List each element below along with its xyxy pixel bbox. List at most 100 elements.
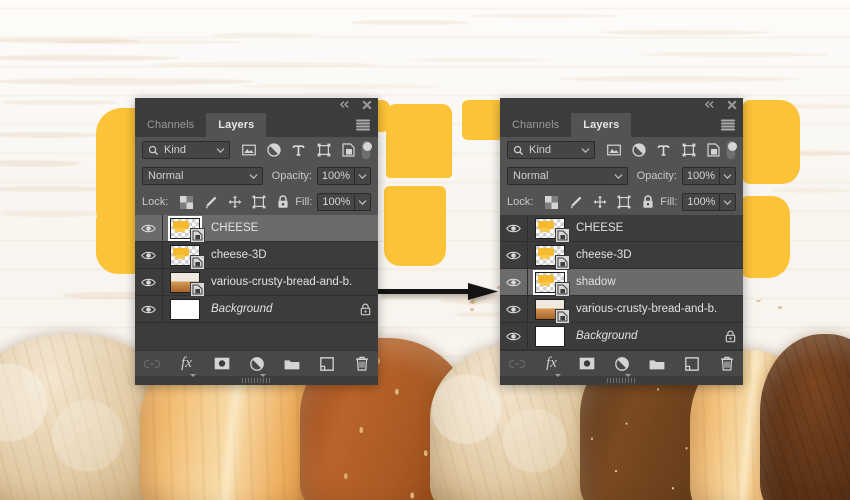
shape-layer-filter-icon[interactable] bbox=[681, 143, 696, 158]
layer-name: shadow bbox=[576, 276, 616, 288]
lock-artboard-nesting-icon[interactable] bbox=[616, 195, 631, 210]
fill-input[interactable]: 100% bbox=[682, 193, 721, 211]
opacity-chevron-down-icon[interactable] bbox=[355, 167, 371, 185]
tab-layers[interactable]: Layers bbox=[206, 113, 267, 137]
opacity-chevron-down-icon[interactable] bbox=[720, 167, 736, 185]
shape-layer-filter-icon[interactable] bbox=[316, 143, 331, 158]
pixel-layer-filter-icon[interactable] bbox=[241, 143, 256, 158]
adjustment-layer-filter-icon[interactable] bbox=[631, 143, 646, 158]
table-row[interactable]: Background bbox=[135, 296, 378, 323]
layer-thumbnail-cell bbox=[163, 271, 207, 297]
delete-layer-icon[interactable] bbox=[719, 356, 735, 372]
layer-visibility-eye-icon[interactable] bbox=[500, 242, 528, 268]
smart-object-filter-icon[interactable] bbox=[341, 143, 356, 158]
table-row[interactable]: cheese-3D bbox=[135, 242, 378, 270]
link-layers-icon[interactable] bbox=[143, 356, 160, 372]
chevron-down-icon[interactable] bbox=[580, 145, 591, 156]
table-row[interactable]: Background bbox=[500, 323, 743, 350]
tab-channels[interactable]: Channels bbox=[500, 113, 571, 137]
filter-row: Kind bbox=[135, 137, 378, 163]
new-group-icon[interactable] bbox=[649, 356, 665, 372]
lock-position-icon[interactable] bbox=[227, 195, 242, 210]
blend-mode-select[interactable]: Normal bbox=[507, 167, 628, 185]
layer-visibility-eye-icon[interactable] bbox=[135, 215, 163, 241]
lock-transparent-pixels-icon[interactable] bbox=[544, 195, 559, 210]
new-group-icon[interactable] bbox=[284, 356, 300, 372]
fill-chevron-down-icon[interactable] bbox=[720, 193, 737, 211]
lock-image-pixels-icon[interactable] bbox=[568, 195, 583, 210]
add-layer-mask-icon[interactable] bbox=[579, 356, 595, 372]
layer-thumbnail bbox=[535, 217, 570, 243]
layer-styles-fx-icon[interactable]: fx bbox=[179, 356, 196, 377]
close-icon[interactable] bbox=[726, 99, 737, 110]
lock-position-icon[interactable] bbox=[592, 195, 607, 210]
new-adjustment-layer-icon[interactable] bbox=[614, 356, 631, 377]
opacity-input[interactable]: 100% bbox=[317, 167, 355, 185]
layer-thumbnail-cell bbox=[163, 244, 207, 270]
lock-all-icon[interactable] bbox=[640, 195, 655, 210]
new-layer-icon[interactable] bbox=[684, 356, 700, 372]
layer-visibility-eye-icon[interactable] bbox=[500, 296, 528, 322]
chevron-down-icon[interactable] bbox=[248, 171, 259, 182]
panel-resize-grip[interactable] bbox=[135, 376, 378, 385]
layers-list: CHEESE cheese-3 bbox=[135, 215, 378, 350]
filter-kind-select[interactable]: Kind bbox=[142, 141, 231, 159]
layer-visibility-eye-icon[interactable] bbox=[135, 242, 163, 268]
smart-object-badge bbox=[555, 227, 570, 243]
close-icon[interactable] bbox=[361, 99, 372, 110]
table-row[interactable]: shadow bbox=[500, 269, 743, 297]
table-row[interactable]: various-crusty-bread-and-b... bbox=[135, 269, 378, 297]
link-layers-icon[interactable] bbox=[508, 356, 525, 372]
table-row[interactable]: CHEESE bbox=[135, 215, 378, 243]
layer-visibility-eye-icon[interactable] bbox=[135, 269, 163, 295]
paint-streak bbox=[150, 62, 380, 67]
type-layer-filter-icon[interactable] bbox=[656, 143, 671, 158]
filter-enable-toggle[interactable] bbox=[726, 140, 737, 160]
table-row[interactable]: CHEESE bbox=[500, 215, 743, 243]
chevron-down-icon[interactable] bbox=[613, 171, 624, 182]
layers-list: CHEESE cheese-3 bbox=[500, 215, 743, 350]
tab-layers[interactable]: Layers bbox=[571, 113, 632, 137]
double-chevron-left-icon[interactable] bbox=[704, 99, 715, 110]
table-row[interactable]: various-crusty-bread-and-b... bbox=[500, 296, 743, 324]
fill-input[interactable]: 100% bbox=[317, 193, 356, 211]
add-layer-mask-icon[interactable] bbox=[214, 356, 230, 372]
pixel-layer-filter-icon[interactable] bbox=[606, 143, 621, 158]
new-adjustment-layer-icon[interactable] bbox=[249, 356, 266, 377]
layer-thumbnail bbox=[535, 244, 570, 270]
delete-layer-icon[interactable] bbox=[354, 356, 370, 372]
layers-panel-before[interactable]: Channels Layers Kind Normal Opacity: 100… bbox=[135, 98, 378, 385]
layer-visibility-eye-icon[interactable] bbox=[500, 215, 528, 241]
fill-chevron-down-icon[interactable] bbox=[355, 193, 372, 211]
lock-image-pixels-icon[interactable] bbox=[203, 195, 218, 210]
lock-artboard-nesting-icon[interactable] bbox=[251, 195, 266, 210]
double-chevron-left-icon[interactable] bbox=[339, 99, 350, 110]
panel-resize-grip[interactable] bbox=[500, 376, 743, 385]
panel-tabs: Channels Layers bbox=[500, 113, 743, 137]
layers-panel-after[interactable]: Channels Layers Kind Normal Opacity: 100… bbox=[500, 98, 743, 385]
lock-all-icon[interactable] bbox=[275, 195, 290, 210]
filter-enable-toggle[interactable] bbox=[361, 140, 372, 160]
table-row[interactable]: cheese-3D bbox=[500, 242, 743, 270]
layer-visibility-eye-icon[interactable] bbox=[135, 296, 163, 322]
type-layer-filter-icon[interactable] bbox=[291, 143, 306, 158]
hamburger-menu-icon[interactable] bbox=[356, 119, 370, 131]
lock-transparent-pixels-icon[interactable] bbox=[179, 195, 194, 210]
layer-name: Background bbox=[576, 330, 638, 342]
smart-object-badge bbox=[555, 281, 570, 297]
layer-visibility-eye-icon[interactable] bbox=[500, 323, 528, 349]
filter-kind-select[interactable]: Kind bbox=[507, 141, 596, 159]
chevron-down-icon[interactable] bbox=[215, 145, 226, 156]
adjustment-layer-filter-icon[interactable] bbox=[266, 143, 281, 158]
smart-object-filter-icon[interactable] bbox=[706, 143, 721, 158]
panel-footer-toolbar: fx bbox=[500, 350, 743, 377]
hamburger-menu-icon[interactable] bbox=[721, 119, 735, 131]
blend-mode-select[interactable]: Normal bbox=[142, 167, 263, 185]
opacity-input[interactable]: 100% bbox=[682, 167, 720, 185]
new-layer-icon[interactable] bbox=[319, 356, 335, 372]
smart-object-badge bbox=[190, 254, 205, 270]
tab-channels[interactable]: Channels bbox=[135, 113, 206, 137]
layer-visibility-eye-icon[interactable] bbox=[500, 269, 528, 295]
layer-styles-fx-icon[interactable]: fx bbox=[544, 356, 561, 377]
paint-streak bbox=[772, 188, 850, 193]
